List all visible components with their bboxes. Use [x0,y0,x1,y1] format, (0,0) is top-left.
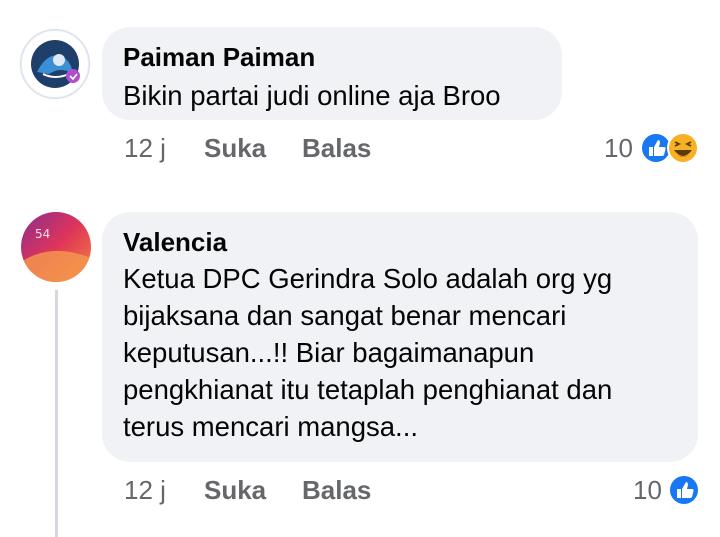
comment-bubble[interactable]: Valencia Ketua DPC Gerindra Solo adalah … [102,212,698,462]
reply-button[interactable]: Balas [302,133,371,163]
like-button[interactable]: Suka [204,133,266,163]
reply-button[interactable]: Balas [302,475,371,505]
comment-timestamp[interactable]: 12 j [124,133,166,163]
comment-timestamp[interactable]: 12 j [124,475,166,505]
comment-text: Ketua DPC Gerindra Solo adalah org yg bi… [123,263,613,442]
comment-author[interactable]: Valencia [123,226,678,258]
comment-bubble[interactable]: Paiman Paiman Bikin partai judi online a… [102,27,562,120]
avatar-valencia[interactable]: 54 [21,212,91,282]
like-icon [640,132,672,164]
reactions[interactable] [668,473,702,512]
reaction-count[interactable]: 10 [604,133,633,164]
reaction-count[interactable]: 10 [633,475,662,506]
comment-text: Bikin partai judi online aja Broo [123,80,501,111]
avatar-clock-text: 54 [35,227,50,241]
avatar-paiman[interactable] [20,29,90,99]
haha-icon [667,132,699,164]
reactions[interactable] [640,131,700,170]
comment-author[interactable]: Paiman Paiman [123,41,542,73]
avatar-image [22,31,88,97]
like-icon [668,474,700,506]
thread-line [55,290,58,537]
avatar-image: 54 [21,212,91,282]
like-button[interactable]: Suka [204,475,266,505]
